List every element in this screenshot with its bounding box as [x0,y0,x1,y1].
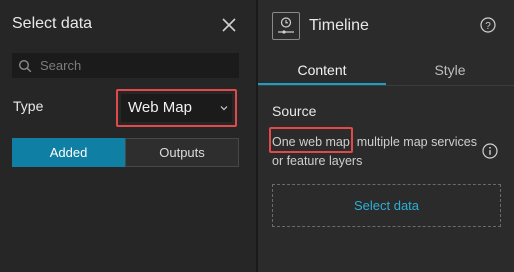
help-icon[interactable]: ? [480,17,496,33]
select-data-button[interactable]: Select data [272,184,501,227]
type-select-highlight: Web Map [116,89,237,127]
type-select-value: Web Map [128,99,192,116]
close-icon[interactable] [220,16,238,34]
tab-content[interactable]: Content [258,54,386,85]
source-label: Source [272,103,317,119]
timeline-settings-panel: Timeline ? Content Style Source One web … [258,0,514,272]
svg-text:?: ? [485,21,491,32]
type-label: Type [13,98,44,114]
timeline-icon [272,12,300,40]
search-icon [18,59,32,73]
type-select[interactable]: Web Map [121,94,232,122]
search-box [12,53,239,78]
tab-style[interactable]: Style [386,54,514,85]
search-input[interactable] [40,56,230,75]
info-icon[interactable] [482,143,498,159]
chevron-down-icon [220,106,228,111]
tab-divider [258,85,514,86]
widget-title: Timeline [309,17,369,34]
outputs-tab-button[interactable]: Outputs [125,138,239,167]
highlight-box [269,127,353,153]
panel-title: Select data [12,15,93,32]
select-data-panel: Select data Type Web Map Added Outputs [0,0,256,272]
added-tab-button[interactable]: Added [12,138,125,167]
